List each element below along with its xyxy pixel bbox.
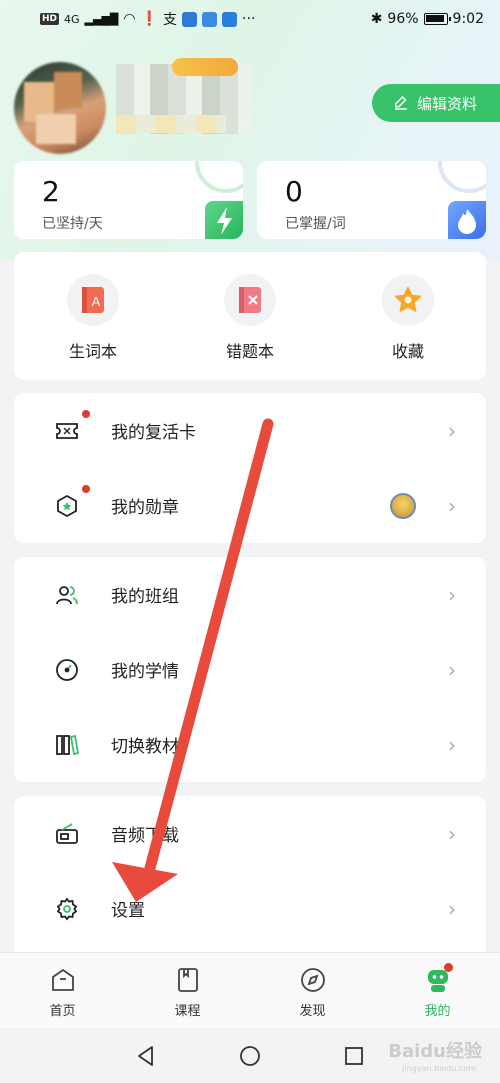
edit-profile-label: 编辑资料 (417, 94, 478, 113)
bulb-notify-icon (222, 11, 238, 27)
shortcut-label: 错题本 (225, 342, 274, 361)
vip-badge (172, 58, 238, 76)
shortcut-vocab-book[interactable]: A 生词本 (38, 274, 148, 362)
chevron-right-icon: › (448, 418, 456, 443)
decor-ring (195, 161, 243, 193)
menu-item-badges[interactable]: 我的勋章 › (14, 468, 486, 543)
chevron-right-icon: › (448, 732, 456, 757)
hd-indicator: HD (40, 13, 60, 25)
signal-icon: ▂▄▆█ (84, 12, 119, 26)
alert-icon: ❗ (140, 11, 159, 27)
menu-item-revive-card[interactable]: 我的复活卡 › (14, 393, 486, 468)
streak-value: 2 (42, 175, 60, 208)
menu-item-label: 我的勋章 (111, 498, 179, 518)
wifi-icon: ◠ (123, 11, 136, 27)
flame-icon (448, 201, 486, 239)
wrong-book-icon (224, 274, 276, 326)
shortcut-label: 收藏 (391, 342, 424, 361)
tab-course[interactable]: 课程 (125, 953, 250, 1028)
clock: 9:02 (452, 11, 484, 27)
menu-item-label: 我的学情 (111, 662, 179, 682)
notification-dot (444, 963, 453, 972)
menu-item-label: 设置 (111, 901, 145, 921)
status-bar: HD 4G ▂▄▆█ ◠ ❗ 支 ··· ✱ 96% 9:02 (0, 0, 500, 38)
svg-text:A: A (92, 294, 101, 309)
avatar[interactable] (14, 62, 106, 154)
stat-card-streak[interactable]: 2 已坚持/天 (14, 161, 243, 239)
watermark-url: jingyan.baidu.com (402, 1064, 476, 1073)
books-icon (54, 732, 80, 758)
badge-icon (54, 493, 80, 519)
decor-ring (438, 161, 486, 193)
edit-icon (395, 95, 407, 110)
menu-item-class-group[interactable]: 我的班组 › (14, 557, 486, 632)
bottom-nav: 首页 课程 发现 我的 (0, 952, 500, 1028)
streak-label: 已坚持/天 (42, 216, 103, 232)
menu-item-audio-download[interactable]: 音频下载 › (14, 796, 486, 871)
ticket-icon (54, 418, 80, 444)
more-indicator: ··· (242, 11, 256, 27)
menu-item-label: 切换教材 (111, 737, 179, 757)
menu-item-study-status[interactable]: 我的学情 › (14, 632, 486, 707)
tab-home[interactable]: 首页 (0, 953, 125, 1028)
chevron-right-icon: › (448, 896, 456, 921)
gear-icon (54, 896, 80, 922)
tab-label: 课程 (174, 1004, 201, 1019)
chevron-right-icon: › (448, 657, 456, 682)
shortcut-label: 生词本 (68, 342, 117, 361)
compass-icon (300, 968, 325, 992)
stat-card-mastered[interactable]: 0 已掌握/词 (257, 161, 486, 239)
ime-icon: 支 (163, 12, 178, 28)
tab-discover[interactable]: 发现 (250, 953, 375, 1028)
group-icon (54, 582, 80, 608)
chevron-right-icon: › (448, 821, 456, 846)
menu-item-settings[interactable]: 设置 › (14, 871, 486, 946)
shortcut-favorites[interactable]: 收藏 (353, 274, 463, 362)
bluetooth-icon: ✱ (370, 11, 383, 27)
user-info-blurred (116, 115, 226, 133)
back-icon[interactable] (134, 1044, 158, 1068)
menu-group-study: 我的班组 › 我的学情 › 切换教材 › (14, 557, 486, 782)
notification-dot (82, 485, 90, 493)
tab-label: 我的 (424, 1004, 451, 1019)
tab-label: 首页 (49, 1004, 76, 1019)
app-notify-icon (182, 11, 198, 27)
course-icon (177, 968, 198, 992)
mastered-value: 0 (285, 175, 303, 208)
home-circle-icon[interactable] (238, 1044, 262, 1068)
search-notify-icon (202, 11, 218, 27)
radio-icon (54, 821, 80, 847)
menu-group-app: 音频下载 › 设置 › (14, 796, 486, 952)
tab-profile[interactable]: 我的 (375, 953, 500, 1028)
menu-group-rewards: 我的复活卡 › 我的勋章 › (14, 393, 486, 543)
notification-dot (82, 410, 90, 418)
gauge-icon (54, 657, 80, 683)
tab-label: 发现 (299, 1004, 326, 1019)
menu-item-label: 音频下载 (111, 826, 179, 846)
battery-percent: 96% (387, 11, 419, 27)
medal-icon (390, 493, 416, 519)
network-indicator: 4G (64, 12, 80, 26)
chevron-right-icon: › (448, 582, 456, 607)
star-icon (382, 274, 434, 326)
home-icon (51, 969, 74, 991)
vocab-book-icon: A (67, 274, 119, 326)
recents-icon[interactable] (342, 1044, 366, 1068)
shortcut-panel: A 生词本 错题本 收藏 (14, 252, 486, 380)
menu-item-label: 我的班组 (111, 587, 179, 607)
shortcut-wrong-book[interactable]: 错题本 (195, 274, 305, 362)
watermark: Baidu经验 (388, 1041, 482, 1062)
battery-icon (423, 13, 451, 25)
lightning-icon (205, 201, 243, 239)
menu-item-label: 我的复活卡 (111, 423, 196, 443)
mastered-label: 已掌握/词 (285, 216, 346, 232)
chevron-right-icon: › (448, 493, 456, 518)
menu-item-switch-textbook[interactable]: 切换教材 › (14, 707, 486, 782)
edit-profile-button[interactable]: 编辑资料 (372, 84, 500, 122)
